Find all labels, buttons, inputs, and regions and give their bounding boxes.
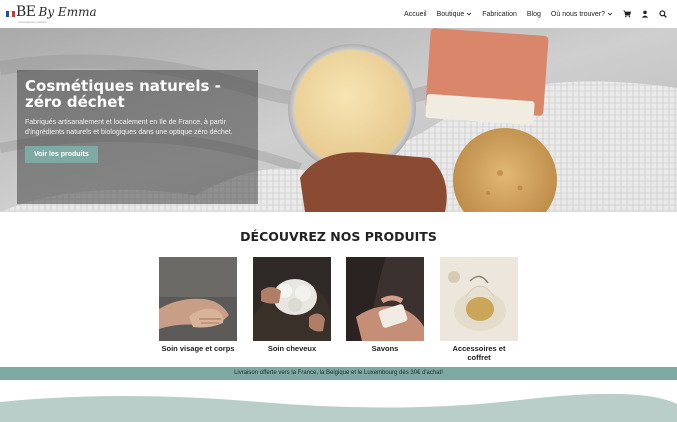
category-image xyxy=(253,257,331,341)
shipping-banner: Livraison offerte vers la France, la Bel… xyxy=(0,367,677,380)
search-icon[interactable] xyxy=(659,10,667,18)
chevron-down-icon xyxy=(467,12,472,16)
view-products-button[interactable]: Voir les produits xyxy=(25,146,98,163)
main-nav: Accueil Boutique Fabrication Blog Où nou… xyxy=(404,0,667,28)
category-label: Accessoires et coffret xyxy=(452,344,506,362)
category-savons[interactable]: Savons xyxy=(346,257,424,367)
category-accessoires-coffret[interactable]: Accessoires et coffret xyxy=(440,257,518,367)
category-soin-cheveux[interactable]: Soin cheveux xyxy=(253,257,331,367)
brand-logo[interactable]: BE By Emma cosmétiques naturels xyxy=(6,4,97,24)
nav-item-blog[interactable]: Blog xyxy=(527,11,541,18)
category-label: Soin cheveux xyxy=(267,344,317,353)
category-image xyxy=(440,257,518,341)
nav-item-ou-nous-trouver[interactable]: Où nous trouver? xyxy=(551,11,613,18)
nav-label: Blog xyxy=(526,10,541,18)
category-soin-visage-corps[interactable]: Soin visage et corps xyxy=(159,257,237,367)
nav-item-accueil[interactable]: Accueil xyxy=(404,11,427,18)
product-categories: Soin visage et corps Soin cheveux Savons… xyxy=(159,257,519,367)
chevron-down-icon xyxy=(607,12,613,16)
category-image xyxy=(346,257,424,341)
logo-script: By Emma xyxy=(38,5,97,19)
nav-label: Fabrication xyxy=(482,10,517,18)
hero-description: Fabriqués artisanalement et localement e… xyxy=(25,119,233,136)
hero-banner: Cosmétiques naturels - zéro déchet Fabri… xyxy=(0,28,677,212)
nav-label: Boutique xyxy=(436,10,465,18)
flag-icon xyxy=(6,11,15,17)
user-icon[interactable] xyxy=(641,10,649,18)
nav-label: Où nous trouver? xyxy=(550,10,605,18)
hero-title: Cosmétiques naturels - zéro déchet xyxy=(25,77,221,111)
logo-text: BE xyxy=(16,4,36,20)
category-label: Soin visage et corps xyxy=(161,344,235,353)
cart-icon[interactable] xyxy=(623,10,631,18)
category-label: Savons xyxy=(371,344,399,353)
nav-item-boutique[interactable]: Boutique xyxy=(437,11,473,18)
site-header: BE By Emma cosmétiques naturels Accueil … xyxy=(0,0,677,28)
footer-wave xyxy=(0,380,677,422)
section-title: DÉCOUVREZ NOS PRODUITS xyxy=(240,229,437,244)
nav-label: Accueil xyxy=(404,10,427,18)
category-image xyxy=(159,257,237,341)
nav-item-fabrication[interactable]: Fabrication xyxy=(482,11,517,18)
hero-card: Cosmétiques naturels - zéro déchet Fabri… xyxy=(17,70,258,204)
logo-subtitle: cosmétiques naturels xyxy=(18,20,47,24)
